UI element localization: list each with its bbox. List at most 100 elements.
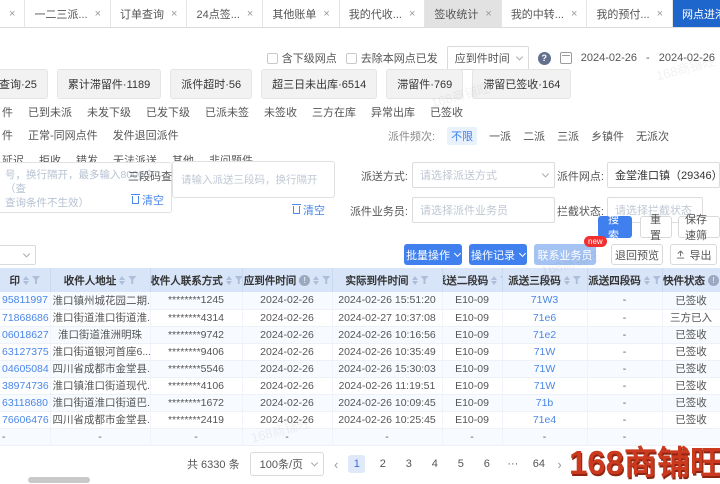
waybill-clear-button[interactable]: 清空 xyxy=(132,192,164,208)
browser-tab[interactable]: 我的预付...× xyxy=(587,0,673,27)
status-filter-link[interactable]: 未发下级 xyxy=(87,104,131,120)
tab-close-icon[interactable]: × xyxy=(571,8,577,20)
cell-segment3[interactable]: 71W3 xyxy=(502,292,587,309)
frequency-option[interactable]: 二派 xyxy=(523,128,545,144)
cell-segment3[interactable]: 71e4 xyxy=(502,411,587,428)
frequency-option[interactable]: 乡镇件 xyxy=(591,128,624,144)
filter-funnel-icon[interactable] xyxy=(573,276,581,284)
save-filter-button[interactable]: 保存速筛 xyxy=(678,216,720,238)
cell-waybill[interactable]: 06018627 xyxy=(0,326,50,343)
exclude-sent-checkbox[interactable]: 去除本网点已发 xyxy=(346,50,438,66)
status-filter-link[interactable]: 未签收 xyxy=(264,104,297,120)
export-button[interactable]: 导出 xyxy=(670,244,717,265)
column-header[interactable]: 派送二段码 xyxy=(442,268,502,292)
status-filter-link[interactable]: 异常出库 xyxy=(371,104,415,120)
type-filter-link[interactable]: 发件退回派件 xyxy=(113,127,179,143)
filter-funnel-icon[interactable] xyxy=(32,276,40,284)
page-button[interactable]: 3 xyxy=(400,455,417,473)
contact-courier-button[interactable]: 联系业务员 xyxy=(534,244,596,265)
column-header[interactable]: 派送四段码 xyxy=(587,268,662,292)
browser-tab[interactable]: 24点签...× xyxy=(187,0,263,27)
cell-segment3[interactable]: 71e2 xyxy=(502,326,587,343)
filter-funnel-icon[interactable] xyxy=(653,276,661,284)
stat-button[interactable]: 累计滞留件·1189 xyxy=(57,69,161,99)
tab-close-icon[interactable]: × xyxy=(171,8,177,20)
filter-funnel-icon[interactable] xyxy=(128,276,136,284)
outlet-input[interactable]: 金堂淮口镇（29346） xyxy=(607,162,720,188)
next-page-button[interactable]: › xyxy=(557,457,561,472)
reset-button[interactable]: 重置 xyxy=(640,216,672,238)
column-header[interactable]: 实际到件时间 xyxy=(332,268,442,292)
page-button[interactable]: 64 xyxy=(530,455,547,473)
page-button[interactable]: 5 xyxy=(452,455,469,473)
sort-icon[interactable] xyxy=(119,276,125,285)
column-header[interactable]: 收件人联系方式 xyxy=(150,268,242,292)
cell-segment3[interactable]: 71e6 xyxy=(502,309,587,326)
browser-tab[interactable]: 签收统计× xyxy=(425,0,501,27)
horizontal-scrollbar-thumb[interactable] xyxy=(28,477,90,483)
stat-button[interactable]: 滞留件·769 xyxy=(386,69,463,99)
tab-close-icon[interactable]: × xyxy=(0,0,25,27)
column-header[interactable]: 收件人地址 xyxy=(50,268,150,292)
stat-button[interactable]: 派件超时·56 xyxy=(170,69,252,99)
frequency-option[interactable]: 一派 xyxy=(489,128,511,144)
time-type-select[interactable]: 应到件时间 xyxy=(447,46,529,70)
column-header[interactable]: 快件状态! xyxy=(662,268,720,292)
status-filter-link[interactable]: 已到未派 xyxy=(28,104,72,120)
cell-segment3[interactable]: 71b xyxy=(502,394,587,411)
include-sub-outlet-checkbox[interactable]: 含下级网点 xyxy=(267,50,337,66)
browser-tab[interactable]: 一二三派...× xyxy=(25,0,111,27)
stat-button[interactable]: 滞留已签收·164 xyxy=(472,69,571,99)
type-filter-link[interactable]: 正常-同网点件 xyxy=(28,127,98,143)
browser-tab[interactable]: 订单查询× xyxy=(111,0,187,27)
select-all-dropdown[interactable] xyxy=(0,245,36,265)
sort-icon[interactable] xyxy=(644,276,650,285)
column-header[interactable]: 应到件时间! xyxy=(242,268,332,292)
checkbox-icon[interactable] xyxy=(346,53,357,64)
cell-waybill[interactable]: 63118680 xyxy=(0,394,50,411)
cell-waybill[interactable]: 95811997 xyxy=(0,292,50,309)
calendar-icon[interactable] xyxy=(560,52,572,64)
status-filter-link[interactable]: 件 xyxy=(2,104,13,120)
tab-close-icon[interactable]: × xyxy=(409,8,415,20)
checkbox-icon[interactable] xyxy=(267,53,278,64)
column-header[interactable]: 派送三段码 xyxy=(502,268,587,292)
tab-close-icon[interactable]: × xyxy=(323,8,329,20)
sort-icon[interactable] xyxy=(313,276,319,285)
stat-button[interactable]: 查询·25 xyxy=(0,69,48,99)
column-header[interactable]: 印 xyxy=(0,268,50,292)
page-button[interactable]: 1 xyxy=(348,455,365,473)
browser-tab[interactable]: 我的中转...× xyxy=(502,0,588,27)
segment-clear-button[interactable]: 清空 xyxy=(293,202,325,218)
tab-close-icon[interactable]: × xyxy=(95,8,101,20)
filter-funnel-icon[interactable] xyxy=(322,276,330,284)
prev-page-button[interactable]: ‹ xyxy=(334,457,338,472)
cell-waybill[interactable]: 38974736 xyxy=(0,377,50,394)
cell-waybill[interactable]: 04605084 xyxy=(0,360,50,377)
cell-waybill[interactable]: 63127375 xyxy=(0,343,50,360)
date-end[interactable]: 2024-02-26 xyxy=(659,52,715,64)
cell-segment3[interactable]: 71W xyxy=(502,377,587,394)
frequency-option[interactable]: 不限 xyxy=(447,127,477,145)
filter-funnel-icon[interactable] xyxy=(421,276,429,284)
type-filter-link[interactable]: 件 xyxy=(2,127,13,143)
page-button[interactable]: 2 xyxy=(374,455,391,473)
browser-tab[interactable]: 网点进港...× xyxy=(673,0,720,27)
sort-icon[interactable] xyxy=(491,276,497,285)
page-button[interactable]: 4 xyxy=(426,455,443,473)
status-filter-link[interactable]: 三方在库 xyxy=(312,104,356,120)
cell-waybill[interactable]: 71868686 xyxy=(0,309,50,326)
cell-segment3[interactable]: 71W xyxy=(502,343,587,360)
batch-operation-button[interactable]: 批量操作 xyxy=(404,244,462,265)
sort-icon[interactable] xyxy=(226,276,232,285)
segment-input[interactable]: 请输入派送三段码，换行隔开 xyxy=(172,161,335,198)
status-filter-link[interactable]: 已签收 xyxy=(430,104,463,120)
frequency-option[interactable]: 无派次 xyxy=(636,128,669,144)
delivery-method-select[interactable]: 请选择派送方式 xyxy=(412,162,555,188)
courier-select[interactable]: 请选择派件业务员 xyxy=(412,197,555,223)
tab-close-icon[interactable]: × xyxy=(247,8,253,20)
page-size-select[interactable]: 100条/页 xyxy=(250,452,324,476)
frequency-option[interactable]: 三派 xyxy=(557,128,579,144)
return-preview-button[interactable]: 退回预览 xyxy=(611,244,663,265)
tab-close-icon[interactable]: × xyxy=(485,8,491,20)
